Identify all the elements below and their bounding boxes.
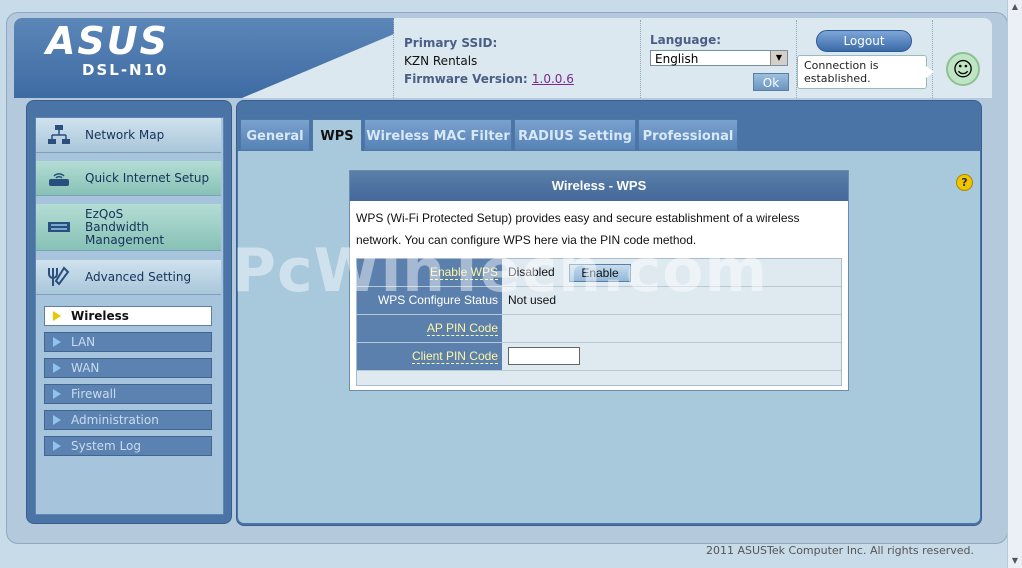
header-divider [932, 20, 933, 98]
sidebar-subitem-label: Administration [71, 413, 159, 427]
firmware-label: Firmware Version: 1.0.0.6 [404, 72, 574, 86]
language-label: Language: [650, 33, 722, 47]
bandwidth-icon [46, 216, 72, 238]
logout-button[interactable]: Logout [816, 30, 912, 52]
tab-professional[interactable]: Professional [638, 119, 738, 151]
arrow-right-icon [53, 415, 61, 425]
help-icon[interactable]: ? [956, 174, 973, 191]
arrow-right-icon [53, 311, 61, 321]
sidebar-item-label: Advanced Setting [85, 270, 192, 284]
sidebar-subitem-label: System Log [71, 439, 141, 453]
wps-title: Wireless - WPS [350, 171, 848, 201]
sidebar-subitem-system-log[interactable]: System Log [44, 436, 212, 456]
table-row: Client PIN Code [357, 343, 841, 371]
sidebar-subitem-label: Firewall [71, 387, 117, 401]
ap-pin-label[interactable]: AP PIN Code [357, 315, 502, 342]
sidebar-item-advanced-setting[interactable]: Advanced Setting [36, 260, 221, 295]
tab-radius-setting[interactable]: RADIUS Setting [514, 119, 636, 151]
tab-wireless-mac-filter[interactable]: Wireless MAC Filter [364, 119, 512, 151]
watermark: PcWinTech.com [232, 236, 769, 306]
tab-general[interactable]: General [240, 119, 310, 151]
tab-wps[interactable]: WPS [312, 119, 362, 151]
sidebar-subitem-label: WAN [71, 361, 100, 375]
primary-ssid-label: Primary SSID: [404, 36, 498, 50]
ap-pin-label-text: AP PIN Code [426, 321, 498, 336]
scroll-down-icon[interactable]: ▼ [1010, 556, 1020, 566]
header-divider [640, 20, 641, 98]
chevron-down-icon[interactable]: ▼ [770, 51, 787, 65]
router-icon [46, 167, 72, 189]
asus-logo: ASUS [46, 19, 170, 63]
sidebar-item-label: Quick Internet Setup [85, 171, 210, 185]
language-select[interactable]: English ▼ [650, 50, 788, 66]
client-pin-input[interactable] [508, 347, 580, 365]
header-divider [393, 20, 394, 98]
arrow-right-icon [53, 337, 61, 347]
sidebar-subitem-firewall[interactable]: Firewall [44, 384, 212, 404]
sidebar-subitem-lan[interactable]: LAN [44, 332, 212, 352]
sidebar-item-label: EzQoS Bandwidth Management [85, 207, 165, 247]
arrow-right-icon [53, 441, 61, 451]
sidebar-subitem-label: LAN [71, 335, 96, 349]
primary-ssid-value: KZN Rentals [404, 54, 478, 68]
firmware-version-link[interactable]: 1.0.0.6 [532, 72, 574, 86]
language-ok-button[interactable]: Ok [753, 73, 789, 91]
sidebar-item-network-map[interactable]: Network Map [36, 118, 221, 153]
footer-copyright: 2011 ASUSTek Computer Inc. All rights re… [706, 544, 974, 557]
sidebar-subitem-administration[interactable]: Administration [44, 410, 212, 430]
sidebar-item-quick-setup[interactable]: Quick Internet Setup [36, 161, 221, 196]
scroll-up-icon[interactable]: ▲ [1010, 2, 1020, 12]
tools-icon [46, 266, 72, 288]
arrow-right-icon [53, 363, 61, 373]
connection-status: Connection is established. [797, 55, 934, 89]
firmware-label-text: Firmware Version: [404, 72, 528, 86]
arrow-right-icon [53, 389, 61, 399]
avatar: ☺ [946, 52, 980, 86]
model-name: DSL-N10 [82, 61, 169, 79]
table-row: AP PIN Code [357, 315, 841, 343]
client-pin-label-text: Client PIN Code [411, 349, 498, 364]
client-pin-label[interactable]: Client PIN Code [357, 343, 502, 370]
sidebar-subitem-wan[interactable]: WAN [44, 358, 212, 378]
language-select-value: English [655, 52, 699, 66]
sidebar-item-ezqos[interactable]: EzQoS Bandwidth Management [36, 204, 221, 251]
scrollbar[interactable]: ▲ ▼ [1007, 0, 1022, 568]
network-map-icon [46, 124, 72, 146]
sidebar-subitem-wireless[interactable]: Wireless [44, 306, 212, 326]
sidebar-item-label: Network Map [85, 128, 165, 142]
sidebar-subitem-label: Wireless [71, 309, 129, 323]
